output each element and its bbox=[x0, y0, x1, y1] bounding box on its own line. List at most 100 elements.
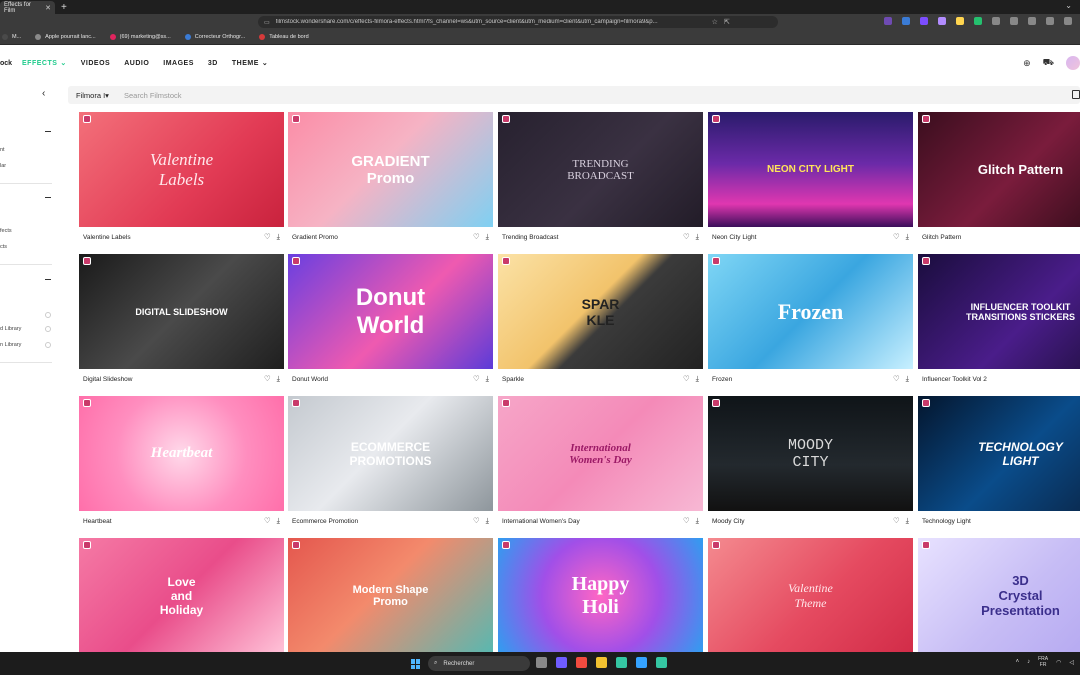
effect-card[interactable]: Modern Shape Promo bbox=[288, 538, 493, 653]
nav-3d[interactable]: 3D bbox=[208, 60, 218, 67]
taskbar-app-icon[interactable] bbox=[636, 657, 647, 668]
effect-thumbnail[interactable]: Happy Holi bbox=[498, 538, 703, 653]
effect-card[interactable]: NEON CITY LIGHT Neon City Light ♡ ⤓ bbox=[708, 112, 913, 247]
nav-theme[interactable]: THEME ⌄ bbox=[232, 59, 268, 68]
taskbar-app-icon[interactable] bbox=[656, 657, 667, 668]
heart-icon[interactable]: ♡ bbox=[473, 516, 480, 526]
collapse-section-icon[interactable] bbox=[45, 279, 51, 280]
chevron-down-icon[interactable]: ⌄ bbox=[1065, 1, 1072, 10]
browser-tab[interactable]: Effects for Film ✕ bbox=[0, 1, 55, 14]
download-icon[interactable]: ⤓ bbox=[696, 516, 699, 526]
taskbar-app-icon[interactable] bbox=[556, 657, 567, 668]
collapse-section-icon[interactable] bbox=[45, 131, 51, 132]
effect-card[interactable]: Love and Holiday bbox=[79, 538, 284, 653]
cart-icon[interactable]: ⛟ bbox=[1043, 57, 1054, 69]
effect-thumbnail[interactable]: Glitch Pattern bbox=[918, 112, 1080, 227]
effect-card[interactable]: INFLUENCER TOOLKIT TRANSITIONS STICKERS I… bbox=[918, 254, 1080, 389]
extension-icon[interactable] bbox=[974, 17, 982, 25]
download-icon[interactable]: ⤓ bbox=[486, 232, 489, 242]
product-filter-dropdown[interactable]: Filmora I▾ bbox=[68, 91, 124, 100]
effect-card[interactable]: ECOMMERCE PROMOTIONS Ecommerce Promotion ♡… bbox=[288, 396, 493, 531]
effect-card[interactable]: 3D Crystal Presentation bbox=[918, 538, 1080, 653]
effect-card[interactable]: GRADIENT Promo Gradient Promo ♡ ⤓ bbox=[288, 112, 493, 247]
globe-icon[interactable]: ⊕ bbox=[1023, 58, 1031, 69]
star-icon[interactable]: ☆ bbox=[712, 18, 718, 26]
bookmark-item[interactable]: Correcteur Orthogr... bbox=[184, 34, 245, 40]
effect-card[interactable]: International Women's Day International W… bbox=[498, 396, 703, 531]
effect-thumbnail[interactable]: DIGITAL SLIDESHOW bbox=[79, 254, 284, 369]
layout-toggle-icon[interactable] bbox=[1072, 90, 1080, 99]
effect-title[interactable]: Moody City bbox=[708, 518, 893, 525]
download-icon[interactable]: ⤓ bbox=[277, 516, 280, 526]
effect-card[interactable]: MOODY CITY Moody City ♡ ⤓ bbox=[708, 396, 913, 531]
extension-icon[interactable] bbox=[902, 17, 910, 25]
bookmark-item[interactable]: M... bbox=[2, 34, 21, 40]
address-bar[interactable]: ▭ filmstock.wondershare.com/c/effects-fi… bbox=[258, 16, 778, 28]
effect-title[interactable]: Heartbeat bbox=[79, 518, 264, 525]
extension-icon[interactable] bbox=[956, 17, 964, 25]
collapse-section-icon[interactable] bbox=[45, 197, 51, 198]
nav-videos[interactable]: VIDEOS bbox=[81, 60, 110, 67]
effect-title[interactable]: Ecommerce Promotion bbox=[288, 518, 473, 525]
download-icon[interactable]: ⤓ bbox=[277, 232, 280, 242]
bookmark-item[interactable]: (69) marketing@ss... bbox=[109, 34, 171, 40]
effect-card[interactable]: Heartbeat Heartbeat ♡ ⤓ bbox=[79, 396, 284, 531]
sidebar-item[interactable]: cts bbox=[0, 244, 7, 250]
sidebar-item[interactable]: n Library bbox=[0, 342, 21, 348]
new-tab-icon[interactable]: + bbox=[61, 2, 67, 14]
extension-icon[interactable] bbox=[884, 17, 892, 25]
wifi-icon[interactable]: ◠ bbox=[1056, 659, 1061, 666]
effect-title[interactable]: Valentine Labels bbox=[79, 234, 264, 241]
effect-thumbnail[interactable]: International Women's Day bbox=[498, 396, 703, 511]
nav-images[interactable]: IMAGES bbox=[163, 60, 194, 67]
heart-icon[interactable]: ♡ bbox=[893, 232, 900, 242]
extension-icon[interactable] bbox=[920, 17, 928, 25]
extension-icon[interactable] bbox=[1046, 17, 1054, 25]
effect-card[interactable]: Frozen Frozen ♡ ⤓ bbox=[708, 254, 913, 389]
download-icon[interactable]: ⤓ bbox=[906, 516, 909, 526]
download-icon[interactable]: ⤓ bbox=[486, 516, 489, 526]
heart-icon[interactable]: ♡ bbox=[473, 374, 480, 384]
download-icon[interactable]: ⤓ bbox=[486, 374, 489, 384]
bookmark-item[interactable]: Tableau de bord bbox=[259, 34, 309, 40]
effect-title[interactable]: Gradient Promo bbox=[288, 234, 473, 241]
extension-icon[interactable] bbox=[938, 17, 946, 25]
windows-start-icon[interactable] bbox=[411, 659, 421, 669]
effect-card[interactable]: Donut World Donut World ♡ ⤓ bbox=[288, 254, 493, 389]
effect-card[interactable]: Happy Holi bbox=[498, 538, 703, 653]
heart-icon[interactable]: ♡ bbox=[893, 516, 900, 526]
close-icon[interactable]: ✕ bbox=[45, 4, 51, 12]
bookmark-item[interactable]: Apple pourrait lanc... bbox=[35, 34, 96, 40]
download-icon[interactable]: ⤓ bbox=[696, 374, 699, 384]
effect-thumbnail[interactable]: NEON CITY LIGHT bbox=[708, 112, 913, 227]
effect-card[interactable]: Valentine Labels Valentine Labels ♡ ⤓ bbox=[79, 112, 284, 247]
sidebar-item[interactable]: lar bbox=[0, 163, 6, 169]
effect-thumbnail[interactable]: TRENDING BROADCAST bbox=[498, 112, 703, 227]
sidebar-item[interactable]: fects bbox=[0, 228, 12, 234]
effect-title[interactable]: International Women's Day bbox=[498, 518, 683, 525]
speaker-icon[interactable]: ◁ bbox=[1069, 659, 1074, 666]
effect-card[interactable]: DIGITAL SLIDESHOW Digital Slideshow ♡ ⤓ bbox=[79, 254, 284, 389]
effect-title[interactable]: Frozen bbox=[708, 376, 893, 383]
effect-thumbnail[interactable]: Love and Holiday bbox=[79, 538, 284, 653]
effect-thumbnail[interactable]: Donut World bbox=[288, 254, 493, 369]
chevron-left-icon[interactable]: ‹ bbox=[42, 88, 45, 99]
effect-title[interactable]: Trending Broadcast bbox=[498, 234, 683, 241]
extension-icon[interactable] bbox=[1064, 17, 1072, 25]
taskbar-search[interactable]: ⌕ Rechercher bbox=[428, 656, 530, 671]
effect-title[interactable]: Glitch Pattern bbox=[918, 234, 1080, 241]
heart-icon[interactable]: ♡ bbox=[893, 374, 900, 384]
effect-title[interactable]: Sparkle bbox=[498, 376, 683, 383]
avatar[interactable] bbox=[1066, 56, 1080, 70]
effect-thumbnail[interactable]: Frozen bbox=[708, 254, 913, 369]
extension-icon[interactable] bbox=[992, 17, 1000, 25]
heart-icon[interactable]: ♡ bbox=[683, 516, 690, 526]
nav-effects[interactable]: EFFECTS ⌄ bbox=[22, 59, 67, 68]
taskbar-app-icon[interactable] bbox=[616, 657, 627, 668]
effect-thumbnail[interactable]: SPAR KLE bbox=[498, 254, 703, 369]
url-text[interactable]: filmstock.wondershare.com/c/effects-film… bbox=[276, 19, 706, 25]
chevron-up-icon[interactable]: ˄ bbox=[1016, 659, 1020, 665]
effect-thumbnail[interactable]: ECOMMERCE PROMOTIONS bbox=[288, 396, 493, 511]
heart-icon[interactable]: ♡ bbox=[264, 516, 271, 526]
effect-title[interactable]: Technology Light bbox=[918, 518, 1080, 525]
